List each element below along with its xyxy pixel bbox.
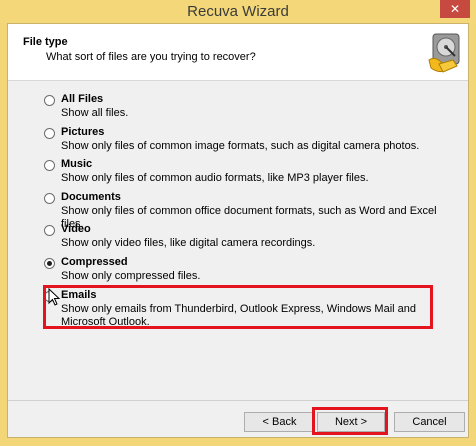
file-type-options: All Files Show all files. Pictures Show … — [8, 81, 468, 399]
option-label: Compressed — [61, 256, 128, 268]
cancel-button[interactable]: Cancel — [394, 412, 465, 432]
radio-pictures[interactable] — [44, 128, 55, 139]
wizard-header: File type What sort of files are you try… — [8, 24, 468, 81]
mouse-cursor-icon — [48, 288, 60, 306]
recuva-wizard-window: Recuva Wizard ✕ File type What sort of f… — [0, 0, 476, 446]
option-label: Documents — [61, 191, 121, 203]
close-button[interactable]: ✕ — [440, 0, 470, 18]
option-label: Music — [61, 158, 93, 170]
option-description: Show all files. — [61, 107, 129, 119]
radio-video[interactable] — [44, 225, 55, 236]
close-icon: ✕ — [449, 2, 461, 16]
option-label: All Files — [61, 93, 104, 105]
option-description: Show only files of common office documen… — [61, 205, 437, 230]
option-description: Show only compressed files. — [61, 270, 201, 282]
option-label: Pictures — [61, 126, 105, 138]
window-title: Recuva Wizard — [187, 3, 289, 20]
back-button[interactable]: < Back — [244, 412, 315, 432]
radio-compressed[interactable] — [44, 258, 55, 269]
hard-drive-icon — [428, 33, 460, 73]
radio-music[interactable] — [44, 160, 55, 171]
radio-documents[interactable] — [44, 193, 55, 204]
radio-all-files[interactable] — [44, 95, 55, 106]
option-description: Show only files of common audio formats,… — [61, 172, 369, 184]
title-bar[interactable]: Recuva Wizard ✕ — [0, 0, 476, 23]
option-description: Show only files of common image formats,… — [61, 140, 420, 152]
page-subtitle: What sort of files are you trying to rec… — [46, 51, 256, 63]
emails-highlight-box — [43, 285, 433, 329]
page-title: File type — [23, 36, 68, 48]
option-label: Video — [61, 223, 91, 235]
wizard-client-area: File type What sort of files are you try… — [7, 23, 469, 438]
next-highlight-box — [312, 407, 388, 435]
option-description: Show only video files, like digital came… — [61, 237, 316, 249]
footer-divider — [8, 400, 468, 401]
